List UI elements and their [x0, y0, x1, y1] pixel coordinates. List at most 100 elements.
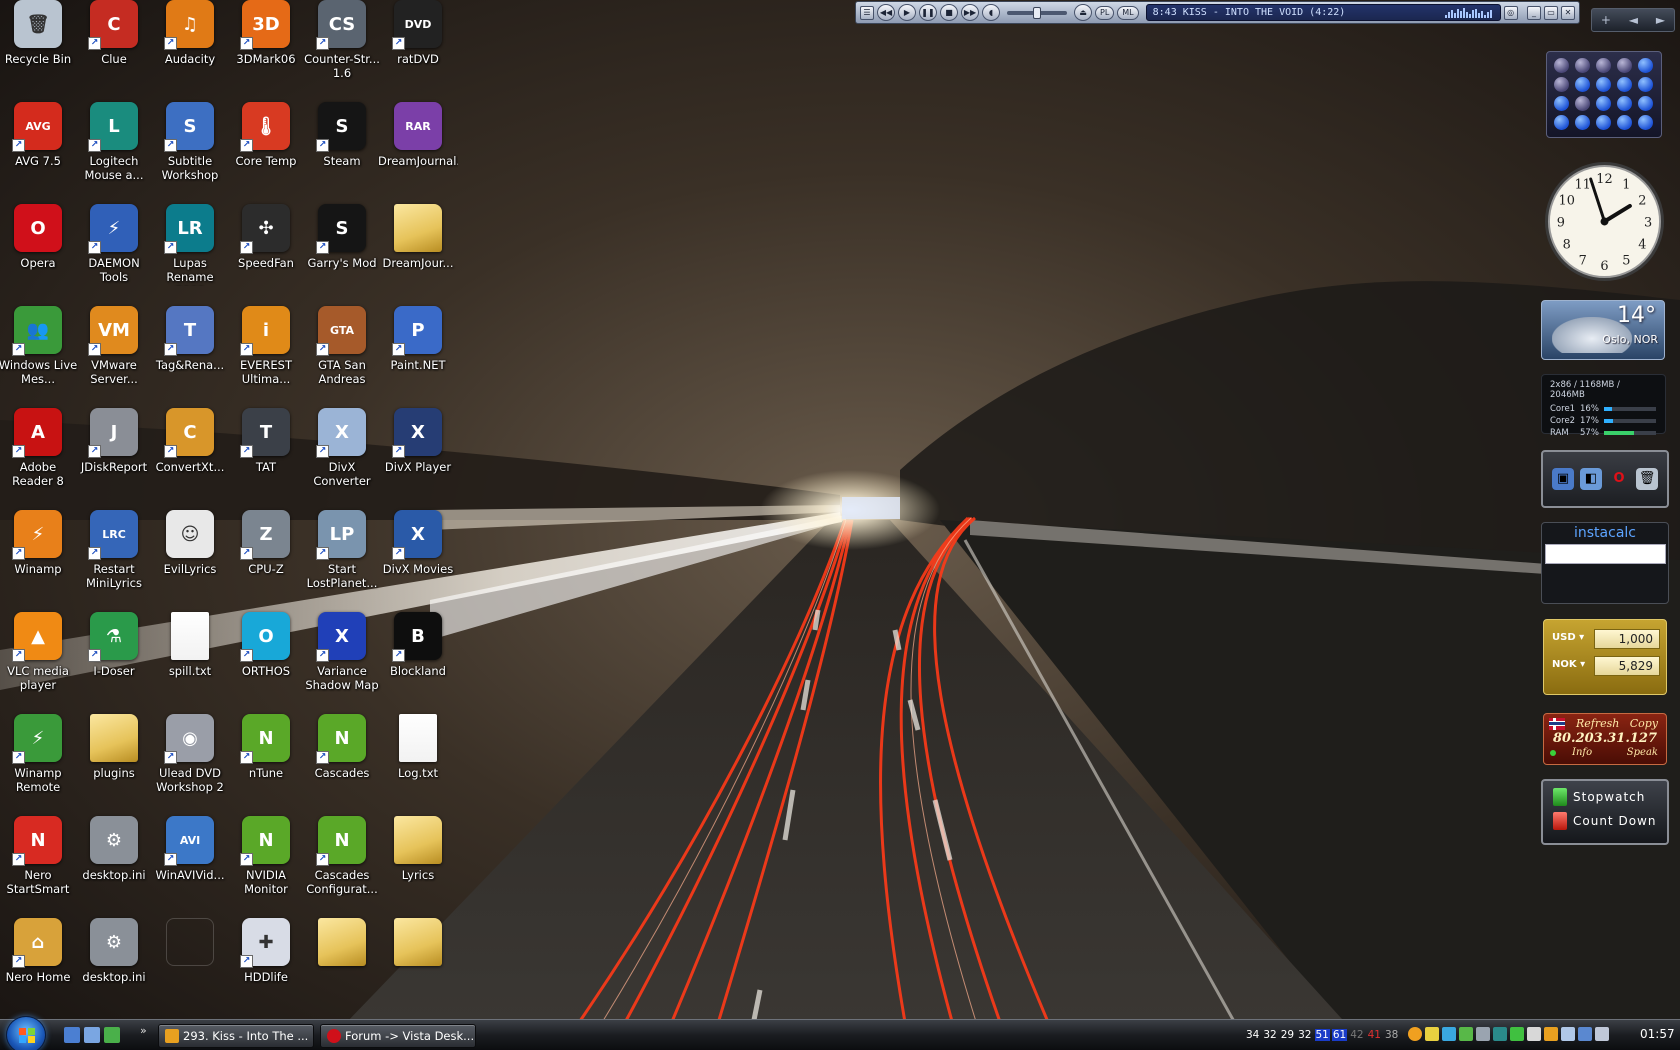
- peg-icon[interactable]: [1637, 95, 1653, 111]
- peg-icon[interactable]: [1637, 76, 1653, 92]
- desktop-icon[interactable]: DreamJour...: [380, 204, 456, 296]
- next-gadget-page-button[interactable]: ►: [1656, 13, 1665, 27]
- tray-temperature-value[interactable]: 42: [1349, 1029, 1364, 1041]
- desktop-icon[interactable]: LP ↗ Start LostPlanet...: [304, 510, 380, 602]
- close-button[interactable]: ✕: [1561, 5, 1575, 20]
- ip-info-link[interactable]: Info: [1572, 747, 1592, 758]
- desktop-icon[interactable]: plugins: [76, 714, 152, 806]
- peg-puzzle-gadget[interactable]: [1546, 51, 1662, 138]
- desktop-icon[interactable]: N ↗ Cascades Configurat...: [304, 816, 380, 908]
- volume-slider[interactable]: [1007, 6, 1067, 19]
- computer-icon[interactable]: ▣: [1552, 468, 1574, 490]
- tray-app-icon[interactable]: [1510, 1027, 1524, 1041]
- desktop-icon[interactable]: N ↗ Cascades: [304, 714, 380, 806]
- taskbar-button-opera[interactable]: Forum -> Vista Desk...: [320, 1024, 476, 1048]
- desktop-icon[interactable]: LR↗Lupas Rename 2000: [152, 204, 228, 296]
- desktop-icon[interactable]: AVG ↗ AVG 7.5: [0, 102, 76, 194]
- stopwatch-button[interactable]: Stopwatch: [1553, 785, 1657, 809]
- desktop-icon[interactable]: AVI ↗ WinAVIVid...: [152, 816, 228, 908]
- tray-app-icon[interactable]: [1442, 1027, 1456, 1041]
- show-desktop-icon[interactable]: [64, 1027, 80, 1043]
- desktop-icon[interactable]: N ↗ Nero StartSmart: [0, 816, 76, 908]
- peg-icon[interactable]: [1616, 57, 1632, 73]
- desktop-icon[interactable]: 🗑 Recycle Bin: [0, 0, 76, 92]
- desktop-icon[interactable]: ♫ ↗ Audacity: [152, 0, 228, 92]
- desktop-icon[interactable]: Log.txt: [380, 714, 456, 806]
- desktop-icon[interactable]: P ↗ Paint.NET: [380, 306, 456, 398]
- next-track-button[interactable]: ▶▶: [961, 4, 979, 21]
- tray-app-icon[interactable]: [1527, 1027, 1541, 1041]
- peg-icon[interactable]: [1574, 114, 1590, 130]
- tray-app-icon[interactable]: [1544, 1027, 1558, 1041]
- recycle-bin-icon[interactable]: 🗑: [1636, 468, 1658, 490]
- desktop-icon[interactable]: ▲ ↗ VLC media player: [0, 612, 76, 704]
- desktop-icon[interactable]: B ↗ Blockland: [380, 612, 456, 704]
- desktop-icon[interactable]: 👥 ↗ Windows Live Mes...: [0, 306, 77, 398]
- tray-temperature-value[interactable]: 29: [1280, 1029, 1295, 1041]
- tray-app-icon[interactable]: [1459, 1027, 1473, 1041]
- desktop-icon[interactable]: 3D ↗ 3DMark06: [228, 0, 304, 92]
- to-currency-select[interactable]: NOK ▾: [1552, 659, 1585, 670]
- speaker-icon[interactable]: [1595, 1027, 1609, 1041]
- desktop-icon[interactable]: GTA ↗ GTA San Andreas: [304, 306, 380, 398]
- desktop-icon[interactable]: X ↗ Variance Shadow Map: [304, 612, 380, 704]
- desktop-icon[interactable]: i ↗ EVEREST Ultima...: [228, 306, 304, 398]
- desktop-icon[interactable]: DVD ↗ ratDVD: [380, 0, 456, 92]
- peg-icon[interactable]: [1553, 114, 1569, 130]
- network-icon[interactable]: ◧: [1580, 468, 1602, 490]
- countdown-button[interactable]: Count Down: [1553, 809, 1657, 833]
- peg-icon[interactable]: [1595, 95, 1611, 111]
- network-icon[interactable]: [1578, 1027, 1592, 1041]
- desktop-icon[interactable]: [304, 918, 380, 1010]
- instacalc-input[interactable]: [1545, 544, 1666, 564]
- player-options-button[interactable]: ◎: [1503, 5, 1518, 20]
- clock-gadget[interactable]: 1234567891011 12: [1543, 160, 1666, 283]
- desktop-icon[interactable]: ⚡ ↗ Winamp: [0, 510, 76, 602]
- desktop-icon[interactable]: Lyrics: [380, 816, 456, 908]
- quick-launch-more-button[interactable]: »: [140, 1024, 147, 1037]
- desktop-icon[interactable]: X ↗ DivX Converter: [304, 408, 380, 500]
- peg-icon[interactable]: [1595, 57, 1611, 73]
- desktop-icon[interactable]: ✣ ↗ SpeedFan: [228, 204, 304, 296]
- desktop-icon[interactable]: X ↗ DivX Movies: [380, 510, 456, 602]
- play-button[interactable]: ▶: [898, 4, 916, 21]
- desktop-icon[interactable]: X ↗ DivX Player: [380, 408, 456, 500]
- cpu-meter-gadget[interactable]: 2x86 / 1168MB / 2046MB Core1 16% Core2 17% R…: [1541, 374, 1666, 438]
- previous-gadget-page-button[interactable]: ◄: [1629, 13, 1638, 27]
- peg-icon[interactable]: [1553, 76, 1569, 92]
- desktop-icon[interactable]: ⚡ ↗ DAEMON Tools: [76, 204, 152, 296]
- desktop-icon[interactable]: S ↗ Subtitle Workshop: [152, 102, 228, 194]
- taskbar-button-winamp[interactable]: 293. Kiss - Into The ...: [158, 1024, 314, 1048]
- desktop-icon[interactable]: N ↗ NVIDIA Monitor: [228, 816, 304, 908]
- desktop-icon[interactable]: C ↗ ConvertXt...: [152, 408, 228, 500]
- peg-icon[interactable]: [1616, 76, 1632, 92]
- tray-temperature-value[interactable]: 32: [1297, 1029, 1312, 1041]
- desktop-icon[interactable]: ⚡ ↗ Winamp Remote: [0, 714, 76, 806]
- volume-icon[interactable]: ◖: [982, 4, 1000, 21]
- minimize-button[interactable]: _: [1527, 5, 1541, 20]
- stop-button[interactable]: ■: [940, 4, 958, 21]
- now-playing-display[interactable]: 8:43 KISS - INTO THE VOID (4:22): [1145, 4, 1501, 21]
- ip-refresh-link[interactable]: Refresh: [1576, 717, 1619, 730]
- tray-temperature-value[interactable]: 38: [1384, 1029, 1399, 1041]
- tray-temperature-value[interactable]: 61: [1331, 1029, 1348, 1041]
- desktop-icon[interactable]: LRC ↗ Restart MiniLyrics: [76, 510, 152, 602]
- peg-icon[interactable]: [1574, 57, 1590, 73]
- desktop-icon[interactable]: CS ↗ Counter-Str... 1.6: [304, 0, 380, 92]
- weather-gadget[interactable]: 14° Oslo, NOR: [1541, 300, 1665, 360]
- previous-track-button[interactable]: ◀◀: [877, 4, 895, 21]
- desktop-icon[interactable]: O ↗ ORTHOS: [228, 612, 304, 704]
- opera-icon[interactable]: O: [1608, 468, 1630, 490]
- tray-temperature-value[interactable]: 32: [1262, 1029, 1277, 1041]
- from-currency-select[interactable]: USD ▾: [1552, 632, 1584, 643]
- desktop-icon[interactable]: S ↗ Garry's Mod: [304, 204, 380, 296]
- peg-icon[interactable]: [1574, 95, 1590, 111]
- desktop-icon[interactable]: ⌂ ↗ Nero Home: [0, 918, 76, 1010]
- media-library-toggle-button[interactable]: ML: [1117, 5, 1139, 20]
- switch-windows-icon[interactable]: [84, 1027, 100, 1043]
- playlist-toggle-button[interactable]: PL: [1095, 5, 1115, 20]
- eject-button[interactable]: ⏏: [1074, 4, 1092, 21]
- tray-temperature-value[interactable]: 51: [1314, 1029, 1330, 1041]
- desktop-icon[interactable]: S ↗ Steam: [304, 102, 380, 194]
- peg-icon[interactable]: [1616, 114, 1632, 130]
